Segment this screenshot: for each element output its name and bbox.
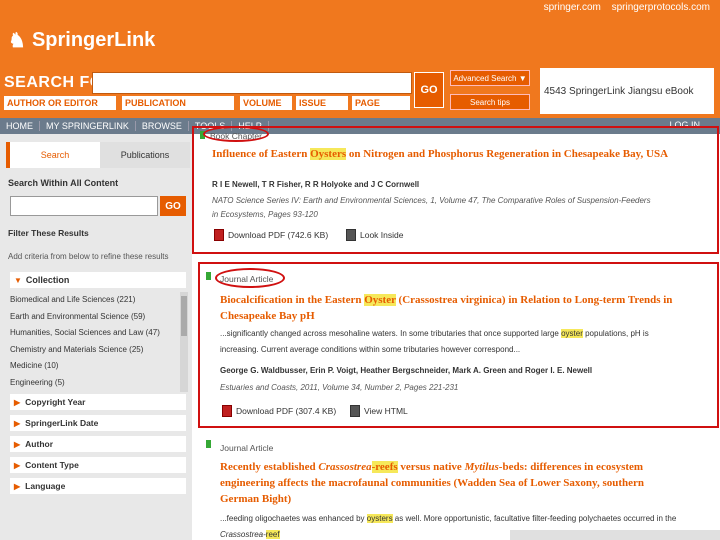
- taskbar: [510, 530, 720, 540]
- facet-label: Content Type: [25, 460, 79, 470]
- facet-label: Author: [25, 439, 54, 449]
- collection-scrollbar[interactable]: [180, 292, 188, 392]
- tab-search[interactable]: Search: [6, 142, 100, 168]
- facet-label: SpringerLink Date: [25, 418, 99, 428]
- facet-label: Language: [25, 481, 66, 491]
- snippet-text: as well. More opportunistic, facultative…: [392, 514, 677, 523]
- snippet-italic: Crassostrea-: [220, 530, 266, 539]
- search-within-input[interactable]: [10, 196, 158, 216]
- page-field[interactable]: PAGE: [352, 96, 410, 110]
- collection-item[interactable]: Chemistry and Materials Science (25): [10, 342, 182, 359]
- triangle-right-icon: ▶: [14, 439, 21, 449]
- protocols-link[interactable]: springerprotocols.com: [612, 2, 710, 13]
- annotation-box: [198, 262, 719, 428]
- snippet-text: ...feeding oligochaetes was enhanced by: [220, 514, 367, 523]
- search-go-button[interactable]: GO: [414, 72, 444, 108]
- nav-my-springerlink[interactable]: MY SPRINGERLINK: [40, 121, 136, 131]
- title-text: Recently established: [220, 461, 319, 473]
- triangle-right-icon: ▶: [14, 460, 21, 470]
- triangle-right-icon: ▶: [14, 481, 21, 491]
- author-field[interactable]: AUTHOR OR EDITOR: [4, 96, 116, 110]
- annotation-ellipse: [203, 126, 269, 142]
- search-tips-button[interactable]: Search tips: [450, 94, 530, 110]
- triangle-right-icon: ▶: [14, 418, 21, 428]
- result-type: Journal Article: [220, 443, 274, 453]
- springer-link[interactable]: springer.com: [544, 2, 601, 13]
- collection-list: Biomedical and Life Sciences (221) Earth…: [10, 292, 182, 392]
- search-within-label: Search Within All Content: [8, 178, 119, 188]
- filter-title: Filter These Results: [8, 228, 89, 238]
- triangle-down-icon: ▼: [14, 275, 22, 285]
- facet-springerlink-date[interactable]: ▶ SpringerLink Date: [10, 415, 186, 431]
- scrollbar-thumb[interactable]: [181, 296, 187, 336]
- annotation-box: [192, 126, 719, 254]
- search-within-go-button[interactable]: GO: [160, 196, 186, 216]
- filter-description: Add criteria from below to refine these …: [8, 252, 169, 261]
- volume-field[interactable]: VOLUME: [240, 96, 292, 110]
- header-bar: springer.com springerprotocols.com ♞ Spr…: [0, 0, 720, 120]
- horse-logo-icon: ♞: [8, 30, 26, 52]
- title-text: versus native: [397, 461, 465, 473]
- logo-text: SpringerLink: [31, 29, 156, 51]
- facet-language[interactable]: ▶ Language: [10, 478, 186, 494]
- result-title[interactable]: Recently established Crassostrea-reefs v…: [220, 459, 714, 507]
- title-italic: Mytilus: [464, 461, 499, 473]
- facet-author[interactable]: ▶ Author: [10, 436, 186, 452]
- collection-item[interactable]: Engineering (5): [10, 375, 182, 392]
- sidebar: Search Publications Search Within All Co…: [0, 134, 192, 540]
- annotation-ellipse: [215, 268, 285, 288]
- title-text: -beds: differences in ecosystem: [498, 461, 644, 473]
- collection-facet[interactable]: ▼ Collection: [10, 272, 186, 288]
- institution-box: 4543 SpringerLink Jiangsu eBook: [540, 68, 714, 114]
- title-text: German Bight): [220, 493, 292, 505]
- collection-item[interactable]: Earth and Environmental Science (59): [10, 309, 182, 326]
- main-search-input[interactable]: [92, 72, 412, 94]
- issue-field[interactable]: ISSUE: [296, 96, 348, 110]
- snippet-highlight: oysters: [366, 514, 393, 523]
- advanced-search-button[interactable]: Advanced Search ▼: [450, 70, 530, 86]
- facet-content-type[interactable]: ▶ Content Type: [10, 457, 186, 473]
- nav-home[interactable]: HOME: [0, 121, 40, 131]
- triangle-right-icon: ▶: [14, 397, 21, 407]
- sidebar-tabs: Search Publications: [6, 142, 190, 168]
- nav-browse[interactable]: BROWSE: [136, 121, 189, 131]
- collection-item[interactable]: Medicine (10): [10, 358, 182, 375]
- tab-publications[interactable]: Publications: [100, 142, 190, 168]
- springerlink-logo[interactable]: ♞ SpringerLink: [8, 28, 155, 53]
- result-marker: [206, 440, 211, 448]
- top-links: springer.com springerprotocols.com: [536, 2, 710, 13]
- collection-item[interactable]: Biomedical and Life Sciences (221): [10, 292, 182, 309]
- collection-item[interactable]: Humanities, Social Sciences and Law (47): [10, 325, 182, 342]
- title-highlight: -reefs: [371, 461, 398, 473]
- snippet-highlight: reef: [265, 530, 280, 539]
- title-text: engineering affects the macrofaunal comm…: [220, 477, 644, 489]
- publication-field[interactable]: PUBLICATION: [122, 96, 234, 110]
- title-italic: Crassostrea: [318, 461, 372, 473]
- collection-label: Collection: [25, 275, 70, 285]
- facet-copyright-year[interactable]: ▶ Copyright Year: [10, 394, 186, 410]
- facet-label: Copyright Year: [25, 397, 86, 407]
